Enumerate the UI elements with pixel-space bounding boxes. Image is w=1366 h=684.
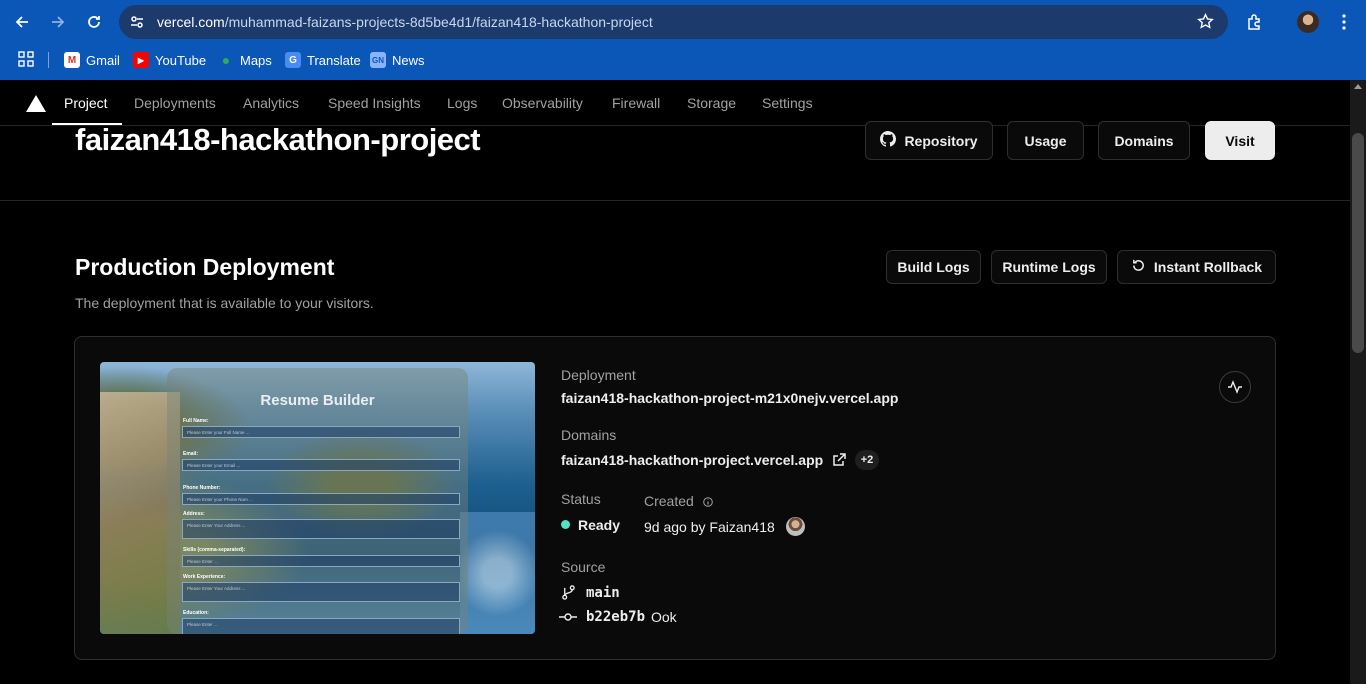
site-settings-icon[interactable] — [129, 14, 145, 30]
preview-field-input: Please Enter ... — [182, 618, 460, 634]
preview-field-label: Work Experience: — [183, 574, 226, 580]
profile-avatar[interactable] — [1297, 11, 1319, 33]
tab-deployments[interactable]: Deployments — [134, 95, 216, 111]
source-label: Source — [561, 559, 606, 575]
preview-field-input: Please Enter ... — [182, 555, 460, 567]
bookmark-label: Gmail — [86, 52, 120, 68]
more-menu-icon[interactable] — [1332, 10, 1356, 34]
preview-field-label: Email: — [183, 451, 199, 457]
preview-field-input: Please Enter your Email ... — [182, 459, 460, 471]
tab-speed-insights[interactable]: Speed Insights — [328, 95, 421, 111]
preview-field-input: Please Enter Your Address ... — [182, 519, 460, 539]
deployment-label: Deployment — [561, 367, 636, 383]
status-value: Ready — [578, 517, 621, 533]
bookmark-translate[interactable]: G Translate — [285, 50, 361, 70]
address-bar[interactable]: vercel.com/muhammad-faizans-projects-8d5… — [119, 5, 1228, 39]
preview-form-title: Resume Builder — [260, 392, 375, 409]
repository-button[interactable]: Repository — [865, 121, 993, 160]
back-icon[interactable] — [10, 10, 34, 34]
creator-avatar[interactable] — [786, 517, 805, 536]
activity-pulse-icon[interactable] — [1219, 371, 1251, 403]
domain-link[interactable]: faizan418-hackathon-project.vercel.app — [561, 452, 823, 468]
build-logs-button[interactable]: Build Logs — [886, 250, 981, 284]
deployment-preview-image[interactable]: Resume Builder Full Name: Please Enter y… — [100, 362, 535, 634]
github-icon — [880, 131, 897, 150]
bookmark-gmail[interactable]: M Gmail — [64, 50, 120, 70]
scroll-up-arrow-icon[interactable] — [1354, 84, 1362, 89]
bookmark-label: Translate — [307, 52, 361, 68]
info-icon[interactable] — [703, 494, 713, 512]
header-divider — [0, 200, 1350, 201]
bookmark-label: YouTube — [155, 52, 207, 68]
preview-field-input: Please Enter Your Address ... — [182, 582, 460, 602]
bookmark-label: Maps — [240, 52, 272, 68]
branch-name[interactable]: main — [586, 585, 620, 601]
preview-field-label: Full Name: — [183, 418, 209, 424]
production-deployment-subtitle: The deployment that is available to your… — [75, 295, 374, 311]
production-deployment-heading: Production Deployment — [75, 254, 335, 280]
created-label: Created — [644, 493, 694, 509]
created-value: 9d ago by Faizan418 — [644, 519, 775, 535]
tab-firewall[interactable]: Firewall — [612, 95, 660, 111]
tab-analytics[interactable]: Analytics — [243, 95, 299, 111]
status-ready-dot — [561, 520, 570, 529]
tab-project[interactable]: Project — [64, 95, 108, 111]
apps-grid-icon[interactable] — [18, 51, 34, 67]
tab-storage[interactable]: Storage — [687, 95, 736, 111]
branch-icon — [561, 585, 576, 605]
bookmarks-separator — [48, 52, 49, 68]
bookmark-youtube[interactable]: ▶ YouTube — [133, 50, 206, 70]
forward-icon[interactable] — [46, 10, 70, 34]
preview-field-label: Education: — [183, 610, 209, 616]
status-label: Status — [561, 491, 601, 507]
more-domains-badge[interactable]: +2 — [855, 450, 879, 470]
url-path: /muhammad-faizans-projects-8d5be4d1/faiz… — [224, 14, 653, 30]
youtube-icon: ▶ — [133, 52, 149, 68]
instant-rollback-button[interactable]: Instant Rollback — [1117, 250, 1276, 284]
usage-button[interactable]: Usage — [1007, 121, 1084, 160]
bookmark-maps[interactable]: ● Maps — [218, 50, 272, 70]
vercel-logo-icon[interactable] — [26, 95, 46, 112]
external-link-icon[interactable] — [831, 452, 847, 473]
gmail-icon: M — [64, 52, 80, 68]
preview-sea — [460, 512, 535, 634]
preview-field-label: Address: — [183, 511, 205, 517]
project-title: faizan418-hackathon-project — [75, 122, 481, 157]
extensions-icon[interactable] — [1243, 10, 1267, 34]
browser-chrome: vercel.com/muhammad-faizans-projects-8d5… — [0, 0, 1366, 80]
scrollbar-thumb[interactable] — [1352, 133, 1364, 353]
preview-field-input: Please Enter your Full Name ... — [182, 426, 460, 438]
commit-message: Ook — [651, 609, 677, 625]
domains-label: Domains — [561, 427, 617, 443]
tab-logs[interactable]: Logs — [447, 95, 477, 111]
url-host: vercel.com — [157, 14, 225, 30]
domains-button[interactable]: Domains — [1098, 121, 1190, 160]
deployment-url-link[interactable]: faizan418-hackathon-project-m21x0nejv.ve… — [561, 390, 898, 406]
instant-rollback-label: Instant Rollback — [1153, 259, 1263, 275]
maps-icon: ● — [221, 52, 231, 68]
repository-label: Repository — [904, 132, 978, 149]
preview-field-input: Please Enter your Phone Num ... — [182, 493, 460, 505]
commit-icon — [559, 610, 577, 629]
project-nav: Project Deployments Analytics Speed Insi… — [0, 80, 1350, 126]
reload-icon[interactable] — [82, 10, 106, 34]
rollback-icon — [1131, 258, 1146, 276]
bookmark-news[interactable]: GN News — [370, 50, 425, 70]
commit-hash[interactable]: b22eb7b — [586, 609, 645, 625]
url-text[interactable]: vercel.com/muhammad-faizans-projects-8d5… — [157, 14, 653, 30]
bookmarks-bar: M Gmail ▶ YouTube ● Maps G Translate GN … — [0, 44, 1366, 74]
news-icon: GN — [370, 52, 386, 68]
browser-toolbar: vercel.com/muhammad-faizans-projects-8d5… — [0, 0, 1366, 44]
runtime-logs-button[interactable]: Runtime Logs — [991, 250, 1107, 284]
preview-field-label: Phone Number: — [183, 485, 221, 491]
tab-observability[interactable]: Observability — [502, 95, 583, 111]
preview-form: Resume Builder Full Name: Please Enter y… — [167, 368, 468, 634]
translate-icon: G — [285, 52, 301, 68]
tab-settings[interactable]: Settings — [762, 95, 813, 111]
bookmark-label: News — [392, 52, 425, 68]
visit-button[interactable]: Visit — [1205, 121, 1275, 160]
preview-field-label: Skills (comma-separated): — [183, 547, 246, 553]
bookmark-star-icon[interactable] — [1197, 12, 1214, 35]
